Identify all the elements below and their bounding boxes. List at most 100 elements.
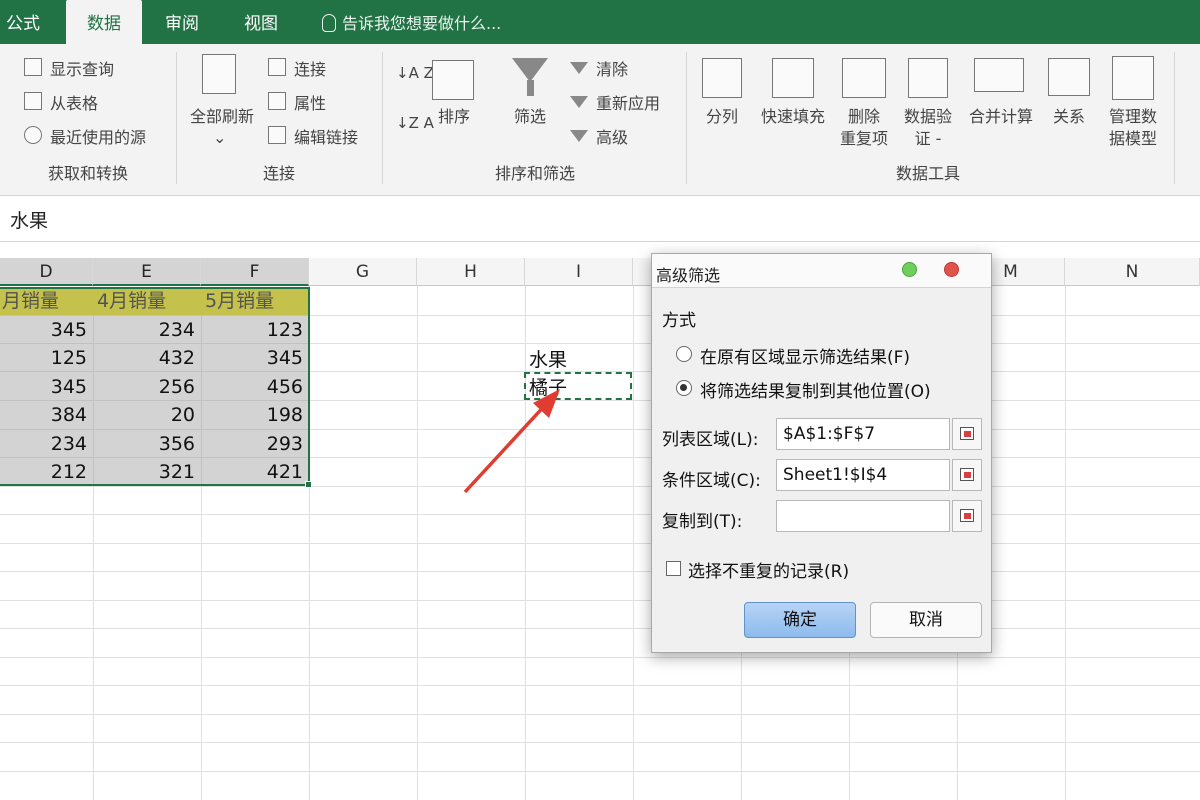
table-cell[interactable]: 384 — [0, 401, 93, 429]
formula-bar[interactable]: 水果 — [0, 196, 1200, 242]
connections-icon — [268, 58, 286, 76]
table-cell[interactable]: 456 — [201, 373, 309, 401]
refresh-all-button[interactable]: 全部刷新 — [180, 106, 264, 128]
radio-filter-in-place[interactable] — [676, 346, 692, 362]
group-separator — [1174, 52, 1175, 184]
text-to-columns-button[interactable]: 分列 — [694, 106, 750, 128]
dialog-title-bar[interactable]: 高级筛选 — [652, 254, 991, 288]
remove-duplicates-button[interactable]: 删除 重复项 — [834, 106, 894, 150]
grid-line — [0, 742, 1200, 743]
table-cell[interactable]: 293 — [201, 430, 309, 458]
formula-bar-value: 水果 — [10, 210, 49, 232]
unique-records-label[interactable]: 选择不重复的记录(R) — [688, 557, 849, 582]
recent-sources-button[interactable]: 最近使用的源 — [50, 124, 146, 148]
table-cell[interactable]: 198 — [201, 401, 309, 429]
show-queries-button[interactable]: 显示查询 — [50, 56, 114, 80]
table-cell[interactable]: 421 — [201, 458, 309, 486]
table-cell[interactable]: 345 — [201, 344, 309, 372]
edit-links-button[interactable]: 编辑链接 — [294, 124, 358, 148]
table-cell[interactable]: 234 — [93, 316, 201, 344]
list-range-field[interactable]: $A$1:$F$7 — [776, 418, 950, 450]
manage-data-model-button[interactable]: 管理数 据模型 — [1100, 106, 1166, 150]
tab-view[interactable]: 视图 — [244, 0, 294, 44]
data-validation-icon — [908, 58, 948, 98]
refresh-dropdown-icon[interactable]: ⌄ — [213, 128, 226, 147]
text-to-columns-icon — [702, 58, 742, 98]
data-validation-button[interactable]: 数据验 证 - — [898, 106, 958, 150]
table-cell[interactable]: 345 — [0, 316, 93, 344]
unique-records-checkbox[interactable] — [666, 561, 681, 576]
radio-copy-to-location-label[interactable]: 将筛选结果复制到其他位置(O) — [700, 377, 931, 402]
table-cell[interactable]: 125 — [0, 344, 93, 372]
table-cell[interactable]: 234 — [0, 430, 93, 458]
group-label-get-transform: 获取和转换 — [47, 164, 128, 183]
copy-to-field[interactable] — [776, 500, 950, 532]
ok-button[interactable]: 确定 — [744, 602, 856, 638]
edit-links-icon — [268, 126, 286, 144]
sort-az-icon[interactable]: ↓A Z — [396, 64, 434, 82]
data-validation-line2: 证 - — [914, 129, 942, 148]
data-model-line1: 管理数 — [1108, 107, 1157, 126]
filter-button[interactable]: 筛选 — [500, 106, 560, 128]
tab-formulas[interactable]: 公式 — [6, 0, 56, 44]
table-cell[interactable]: 123 — [201, 316, 309, 344]
consolidate-icon — [974, 58, 1024, 92]
tab-review[interactable]: 审阅 — [165, 0, 215, 44]
column-header-f[interactable]: F — [201, 258, 309, 286]
filter-icon — [512, 58, 548, 82]
clear-button[interactable]: 清除 — [596, 56, 628, 80]
table-cell[interactable]: 356 — [93, 430, 201, 458]
tell-me-text: 告诉我您想要做什么... — [342, 14, 502, 33]
column-header-d[interactable]: D — [0, 258, 93, 286]
column-header-e[interactable]: E — [93, 258, 201, 286]
properties-button[interactable]: 属性 — [294, 90, 326, 114]
flash-fill-button[interactable]: 快速填充 — [752, 106, 834, 128]
sort-button[interactable]: 排序 — [424, 106, 484, 128]
radio-filter-in-place-label[interactable]: 在原有区域显示筛选结果(F) — [700, 343, 910, 368]
tab-data[interactable]: 数据 — [66, 0, 142, 46]
grid-line — [0, 685, 1200, 686]
relationships-button[interactable]: 关系 — [1042, 106, 1096, 128]
range-picker-icon — [960, 427, 974, 440]
data-model-icon — [1112, 56, 1154, 100]
consolidate-button[interactable]: 合并计算 — [960, 106, 1042, 128]
grid-line — [0, 657, 1200, 658]
column-header-g[interactable]: G — [309, 258, 417, 286]
reapply-icon — [570, 96, 588, 108]
column-header-h[interactable]: H — [417, 258, 525, 286]
cancel-button[interactable]: 取消 — [870, 602, 982, 638]
advanced-filter-icon — [570, 130, 588, 142]
tell-me-box[interactable]: 告诉我您想要做什么... — [322, 0, 501, 44]
criteria-range-field[interactable]: Sheet1!$I$4 — [776, 459, 950, 491]
show-queries-icon — [24, 58, 42, 76]
table-cell[interactable]: 345 — [0, 373, 93, 401]
table-cell[interactable]: 256 — [93, 373, 201, 401]
close-icon[interactable] — [944, 262, 959, 277]
copy-to-picker-button[interactable] — [952, 500, 982, 532]
grid-line — [0, 628, 1200, 629]
recent-sources-icon — [24, 126, 42, 144]
grid-line — [0, 714, 1200, 715]
copy-to-label: 复制到(T): — [662, 512, 743, 532]
refresh-all-icon — [202, 54, 236, 94]
table-cell[interactable]: 321 — [93, 458, 201, 486]
advanced-button[interactable]: 高级 — [596, 124, 628, 148]
group-label-connections: 连接 — [262, 164, 295, 183]
criteria-range-picker-button[interactable] — [952, 459, 982, 491]
radio-copy-to-location[interactable] — [676, 380, 692, 396]
from-table-button[interactable]: 从表格 — [50, 90, 98, 114]
criteria-header-cell[interactable]: 水果 — [529, 345, 567, 372]
sort-icon — [432, 60, 474, 100]
table-cell[interactable]: 212 — [0, 458, 93, 486]
grid-line — [0, 514, 1200, 515]
copy-marquee — [524, 372, 632, 400]
list-range-picker-button[interactable] — [952, 418, 982, 450]
help-icon[interactable] — [902, 262, 917, 277]
column-header-n[interactable]: N — [1065, 258, 1200, 286]
reapply-button[interactable]: 重新应用 — [596, 90, 660, 114]
clear-filter-icon — [570, 62, 588, 74]
connections-button[interactable]: 连接 — [294, 56, 326, 80]
column-header-i[interactable]: I — [525, 258, 633, 286]
table-cell[interactable]: 432 — [93, 344, 201, 372]
table-cell[interactable]: 20 — [93, 401, 201, 429]
